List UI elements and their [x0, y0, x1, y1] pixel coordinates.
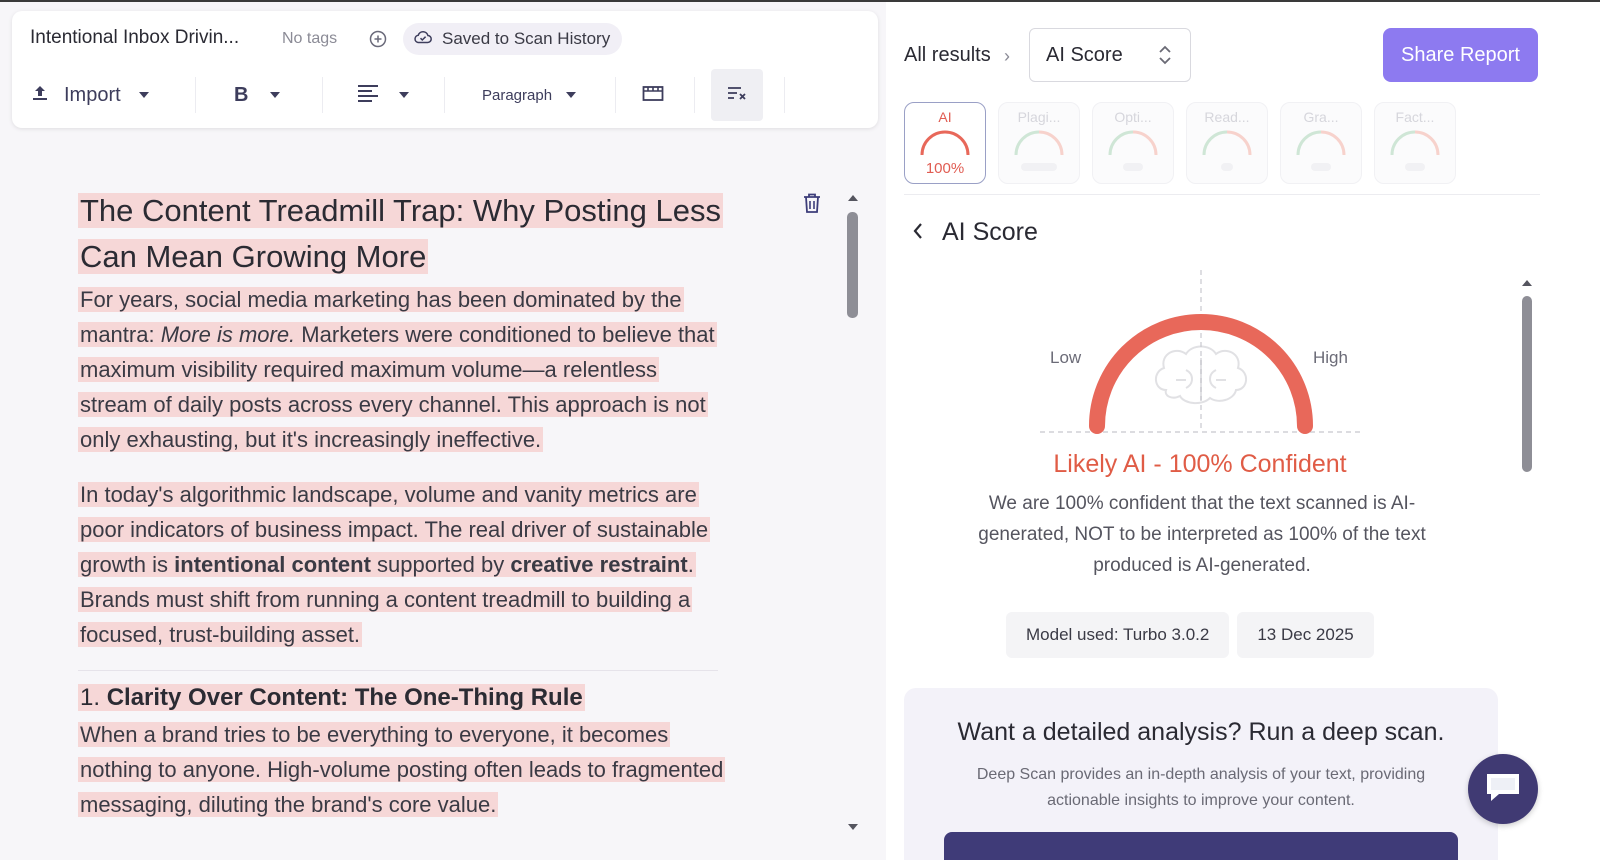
document-heading: The Content Treadmill Trap: Why Posting … — [78, 193, 723, 274]
import-dropdown[interactable]: Import — [30, 69, 170, 121]
toolbar-divider — [615, 77, 616, 113]
chevron-down-icon — [138, 92, 149, 98]
editor-toolbar-card: Intentional Inbox Drivin... No tags Save… — [12, 11, 878, 128]
result-type-select[interactable]: AI Score — [1029, 28, 1191, 82]
add-tag-icon[interactable] — [368, 29, 388, 49]
mini-gauge-icon — [1281, 127, 1361, 157]
mini-gauge-icon — [1187, 127, 1267, 157]
tab-label: Opti... — [1114, 109, 1152, 125]
result-type-value: AI Score — [1046, 43, 1123, 66]
deep-scan-card: Want a detailed analysis? Run a deep sca… — [904, 688, 1498, 860]
toolbar-divider — [694, 77, 695, 113]
section-heading: 1. Clarity Over Content: The One-Thing R… — [78, 684, 585, 711]
cloud-check-icon — [413, 29, 433, 50]
bold-dropdown[interactable]: B — [234, 69, 304, 121]
bold-icon: B — [234, 83, 249, 106]
blurred-value — [1405, 163, 1425, 171]
results-scrollbar[interactable] — [1520, 278, 1534, 838]
blurred-value — [1221, 163, 1233, 171]
results-pane: All results › AI Score Share Report AI 1… — [886, 2, 1600, 860]
tab-label: Plagi... — [1017, 109, 1061, 125]
tab-label: Gra... — [1303, 109, 1339, 125]
clear-format-icon — [726, 84, 748, 107]
share-report-button[interactable]: Share Report — [1383, 28, 1538, 82]
trash-icon[interactable] — [802, 192, 822, 219]
section-divider — [78, 670, 718, 671]
mini-gauge-icon — [999, 127, 1079, 157]
tab-ai[interactable]: AI 100% — [904, 102, 986, 184]
saved-label: Saved to Scan History — [442, 29, 611, 48]
paragraph-3: When a brand tries to be everything to e… — [78, 722, 726, 817]
deep-scan-title: Want a detailed analysis? Run a deep sca… — [957, 718, 1445, 746]
toolbar-divider — [784, 77, 785, 113]
ai-verdict: Likely AI - 100% Confident — [1053, 450, 1347, 478]
chat-support-button[interactable] — [1468, 754, 1538, 824]
mini-gauge-icon — [1375, 127, 1455, 157]
editor-pane: Intentional Inbox Drivin... No tags Save… — [0, 2, 886, 860]
align-left-icon — [357, 83, 379, 108]
chat-bubble-icon — [1483, 770, 1523, 809]
date-chip: 13 Dec 2025 — [1237, 612, 1374, 658]
updown-chevron-icon — [1158, 43, 1172, 73]
tab-label: Fact... — [1395, 109, 1435, 125]
tab-fact-check[interactable]: Fact... — [1374, 102, 1456, 184]
breadcrumb-all-results[interactable]: All results — [904, 44, 991, 67]
saved-to-history-badge[interactable]: Saved to Scan History — [403, 23, 623, 55]
toolbar-divider — [195, 77, 196, 113]
blurred-value — [1311, 163, 1331, 171]
model-chip: Model used: Turbo 3.0.2 — [1006, 612, 1230, 658]
no-tags-label: No tags — [282, 30, 338, 47]
chevron-down-icon — [566, 92, 577, 98]
ai-score-header: AI Score — [912, 218, 1038, 247]
paragraph-1: For years, social media marketing has be… — [78, 287, 717, 452]
document-body[interactable]: The Content Treadmill Trap: Why Posting … — [78, 188, 728, 822]
chevron-down-icon — [270, 92, 281, 98]
editor-scrollbar[interactable] — [846, 194, 860, 840]
import-label: Import — [64, 83, 121, 106]
upload-icon — [30, 83, 50, 108]
align-dropdown[interactable] — [357, 69, 427, 121]
deep-scan-subtitle: Deep Scan provides an in-depth analysis … — [976, 766, 1426, 809]
tab-label: AI — [938, 109, 952, 125]
tab-value: 100% — [925, 160, 965, 177]
tabs-divider — [904, 194, 1540, 195]
toolbar-divider — [322, 77, 323, 113]
toolbar-divider — [444, 77, 445, 113]
section-title: AI Score — [942, 218, 1038, 246]
tab-readability[interactable]: Read... — [1186, 102, 1268, 184]
mini-gauge-icon — [1093, 127, 1173, 157]
chevron-down-icon — [399, 92, 409, 98]
mini-gauge-icon — [905, 127, 985, 157]
tab-label: Read... — [1204, 109, 1250, 125]
tab-optimization[interactable]: Opti... — [1092, 102, 1174, 184]
blurred-value — [1021, 163, 1057, 171]
media-button[interactable] — [642, 69, 666, 121]
ai-explanation: We are 100% confident that the text scan… — [978, 493, 1426, 576]
chevron-left-icon[interactable] — [912, 218, 924, 247]
clear-format-button[interactable] — [711, 69, 763, 121]
document-title[interactable]: Intentional Inbox Drivin... — [30, 27, 239, 49]
chevron-right-icon: › — [1004, 46, 1010, 66]
formatting-toolbar: Import B Paragraph — [12, 69, 878, 123]
film-icon — [642, 84, 664, 107]
paragraph-style-dropdown[interactable]: Paragraph — [482, 69, 592, 121]
tab-grammar[interactable]: Gra... — [1280, 102, 1362, 184]
scan-meta: Model used: Turbo 3.0.2 13 Dec 2025 — [1006, 612, 1374, 658]
blurred-value — [1123, 163, 1143, 171]
paragraph-label: Paragraph — [482, 86, 553, 104]
tab-plagiarism[interactable]: Plagi... — [998, 102, 1080, 184]
paragraph-2: In today's algorithmic landscape, volume… — [78, 482, 711, 647]
run-deep-scan-button[interactable] — [944, 832, 1458, 860]
ai-score-gauge — [1036, 270, 1366, 440]
